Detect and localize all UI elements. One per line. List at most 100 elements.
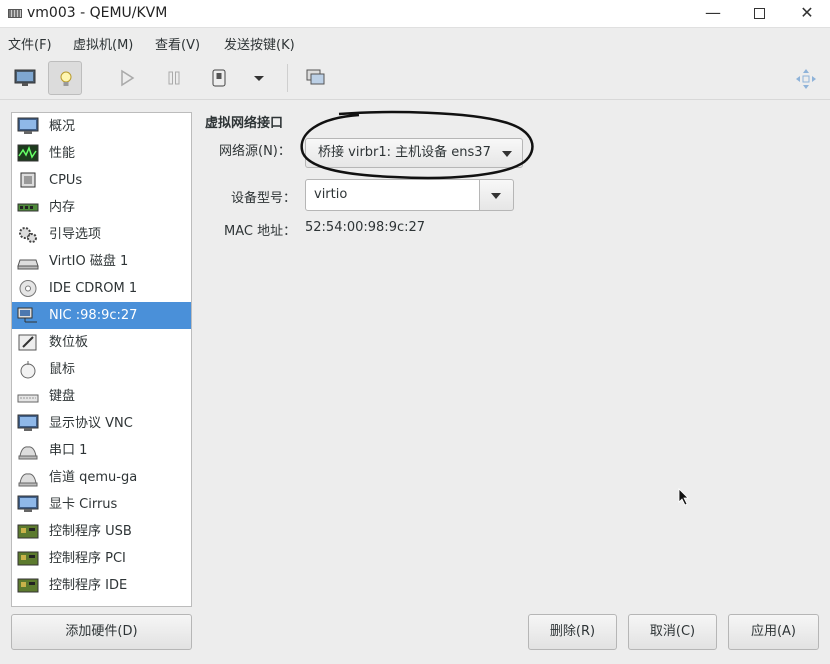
hw-item-label: 信道 qemu-ga — [49, 470, 138, 485]
add-hardware-button[interactable]: 添加硬件(D) — [11, 614, 192, 650]
virt-manager-app-icon — [8, 9, 22, 18]
play-icon — [121, 69, 135, 87]
mac-address-value: 52:54:00:98:9c:27 — [305, 220, 426, 235]
hardware-list: 概况 性能 CPUs 内存 引导选项 VirtIO 磁盘 1 IDE CDROM… — [11, 112, 192, 607]
hw-item-memory[interactable]: 内存 — [12, 194, 191, 221]
minimize-button[interactable]: — — [690, 0, 736, 28]
hw-item-label: 鼠标 — [49, 362, 76, 377]
window-title: vm003 - QEMU/KVM — [27, 5, 168, 21]
hw-item-label: 数位板 — [49, 335, 89, 350]
power-icon — [212, 69, 226, 87]
hw-item-label: CPUs — [49, 173, 83, 188]
hw-item-channel[interactable]: 信道 qemu-ga — [12, 464, 191, 491]
shutdown-menu-button[interactable] — [242, 61, 276, 95]
device-model-value: virtio — [314, 187, 348, 202]
disk-icon — [17, 259, 39, 270]
hw-item-label: 控制程序 IDE — [49, 578, 128, 593]
hw-item-label: VirtIO 磁盘 1 — [49, 254, 129, 269]
apply-button[interactable]: 应用(A) — [728, 614, 819, 650]
details-button[interactable] — [48, 61, 82, 95]
hw-item-controller-pci[interactable]: 控制程序 PCI — [12, 545, 191, 572]
display-icon — [17, 414, 39, 431]
snapshots-icon — [306, 69, 325, 85]
console-button[interactable] — [7, 61, 41, 95]
mouse-icon — [20, 361, 36, 379]
hw-item-label: 控制程序 USB — [49, 524, 132, 539]
hw-item-label: 串口 1 — [49, 443, 88, 458]
hw-item-label: 内存 — [49, 200, 76, 215]
menu-view[interactable]: 查看(V) — [155, 34, 200, 53]
toolbar — [0, 56, 830, 100]
device-model-dropdown-button[interactable] — [480, 179, 514, 211]
controller-icon — [17, 551, 39, 566]
maximize-button[interactable] — [736, 0, 782, 28]
run-button[interactable] — [110, 61, 144, 95]
toolbar-separator — [287, 64, 288, 92]
cdrom-icon — [19, 280, 37, 297]
hw-item-boot-options[interactable]: 引导选项 — [12, 221, 191, 248]
channel-icon — [18, 473, 38, 487]
controller-icon — [17, 578, 39, 593]
menu-vm[interactable]: 虚拟机(M) — [73, 34, 133, 53]
hw-item-virtio-disk[interactable]: VirtIO 磁盘 1 — [12, 248, 191, 275]
hw-item-label: 引导选项 — [49, 227, 102, 242]
overview-monitor-icon — [17, 117, 39, 134]
pause-button[interactable] — [157, 61, 191, 95]
hw-item-label: IDE CDROM 1 — [49, 281, 138, 296]
cancel-button[interactable]: 取消(C) — [628, 614, 717, 650]
title-bar: vm003 - QEMU/KVM — ✕ — [0, 0, 830, 28]
remove-button[interactable]: 删除(R) — [528, 614, 617, 650]
section-title: 虚拟网络接口 — [205, 116, 284, 131]
hw-item-keyboard[interactable]: 键盘 — [12, 383, 191, 410]
hw-item-serial[interactable]: 串口 1 — [12, 437, 191, 464]
mouse-cursor-icon — [678, 488, 689, 506]
hw-item-label: 控制程序 PCI — [49, 551, 126, 566]
video-icon — [17, 495, 39, 512]
nic-icon — [17, 307, 37, 323]
hw-item-ide-cdrom[interactable]: IDE CDROM 1 — [12, 275, 191, 302]
hw-item-nic[interactable]: NIC :98:9c:27 — [12, 302, 191, 329]
maximize-icon — [753, 8, 765, 19]
monitor-icon — [14, 69, 36, 86]
cpu-icon — [20, 172, 36, 188]
pause-icon — [168, 71, 180, 85]
hw-item-controller-ide[interactable]: 控制程序 IDE — [12, 572, 191, 599]
memory-icon — [17, 203, 39, 212]
hw-item-label: NIC :98:9c:27 — [49, 308, 138, 323]
hw-item-controller-usb[interactable]: 控制程序 USB — [12, 518, 191, 545]
fullscreen-icon — [796, 69, 816, 89]
chevron-down-icon — [491, 193, 501, 199]
controller-icon — [17, 524, 39, 539]
chevron-down-icon — [254, 76, 264, 81]
tablet-icon — [18, 334, 37, 351]
hand-drawn-annotation-circle — [300, 110, 534, 180]
hw-item-overview[interactable]: 概况 — [12, 113, 191, 140]
network-source-label: 网络源(N)： — [219, 144, 291, 159]
menu-file[interactable]: 文件(F) — [8, 34, 52, 53]
hw-item-video[interactable]: 显卡 Cirrus — [12, 491, 191, 518]
hw-item-label: 键盘 — [49, 389, 76, 404]
fullscreen-button[interactable] — [788, 61, 822, 95]
hw-item-performance[interactable]: 性能 — [12, 140, 191, 167]
hw-item-label: 概况 — [49, 119, 76, 134]
hw-item-label: 显示协议 VNC — [49, 416, 133, 431]
menu-send-key[interactable]: 发送按键(K) — [224, 34, 295, 53]
hw-item-label: 显卡 Cirrus — [49, 497, 118, 512]
hw-item-tablet[interactable]: 数位板 — [12, 329, 191, 356]
menu-bar: 文件(F) 虚拟机(M) 查看(V) 发送按键(K) — [0, 28, 830, 56]
boot-gear-icon — [19, 227, 37, 243]
lightbulb-icon — [60, 71, 72, 86]
hw-item-mouse[interactable]: 鼠标 — [12, 356, 191, 383]
keyboard-icon — [17, 394, 39, 403]
serial-icon — [18, 446, 38, 460]
device-model-label: 设备型号： — [231, 191, 297, 206]
performance-icon — [17, 144, 39, 162]
hw-item-label: 性能 — [49, 146, 76, 161]
hw-item-display-vnc[interactable]: 显示协议 VNC — [12, 410, 191, 437]
shutdown-button[interactable] — [202, 61, 236, 95]
snapshots-button[interactable] — [298, 61, 332, 95]
hw-item-cpus[interactable]: CPUs — [12, 167, 191, 194]
mac-address-label: MAC 地址： — [224, 224, 297, 239]
close-button[interactable]: ✕ — [784, 0, 830, 28]
device-model-entry[interactable]: virtio — [305, 179, 480, 211]
